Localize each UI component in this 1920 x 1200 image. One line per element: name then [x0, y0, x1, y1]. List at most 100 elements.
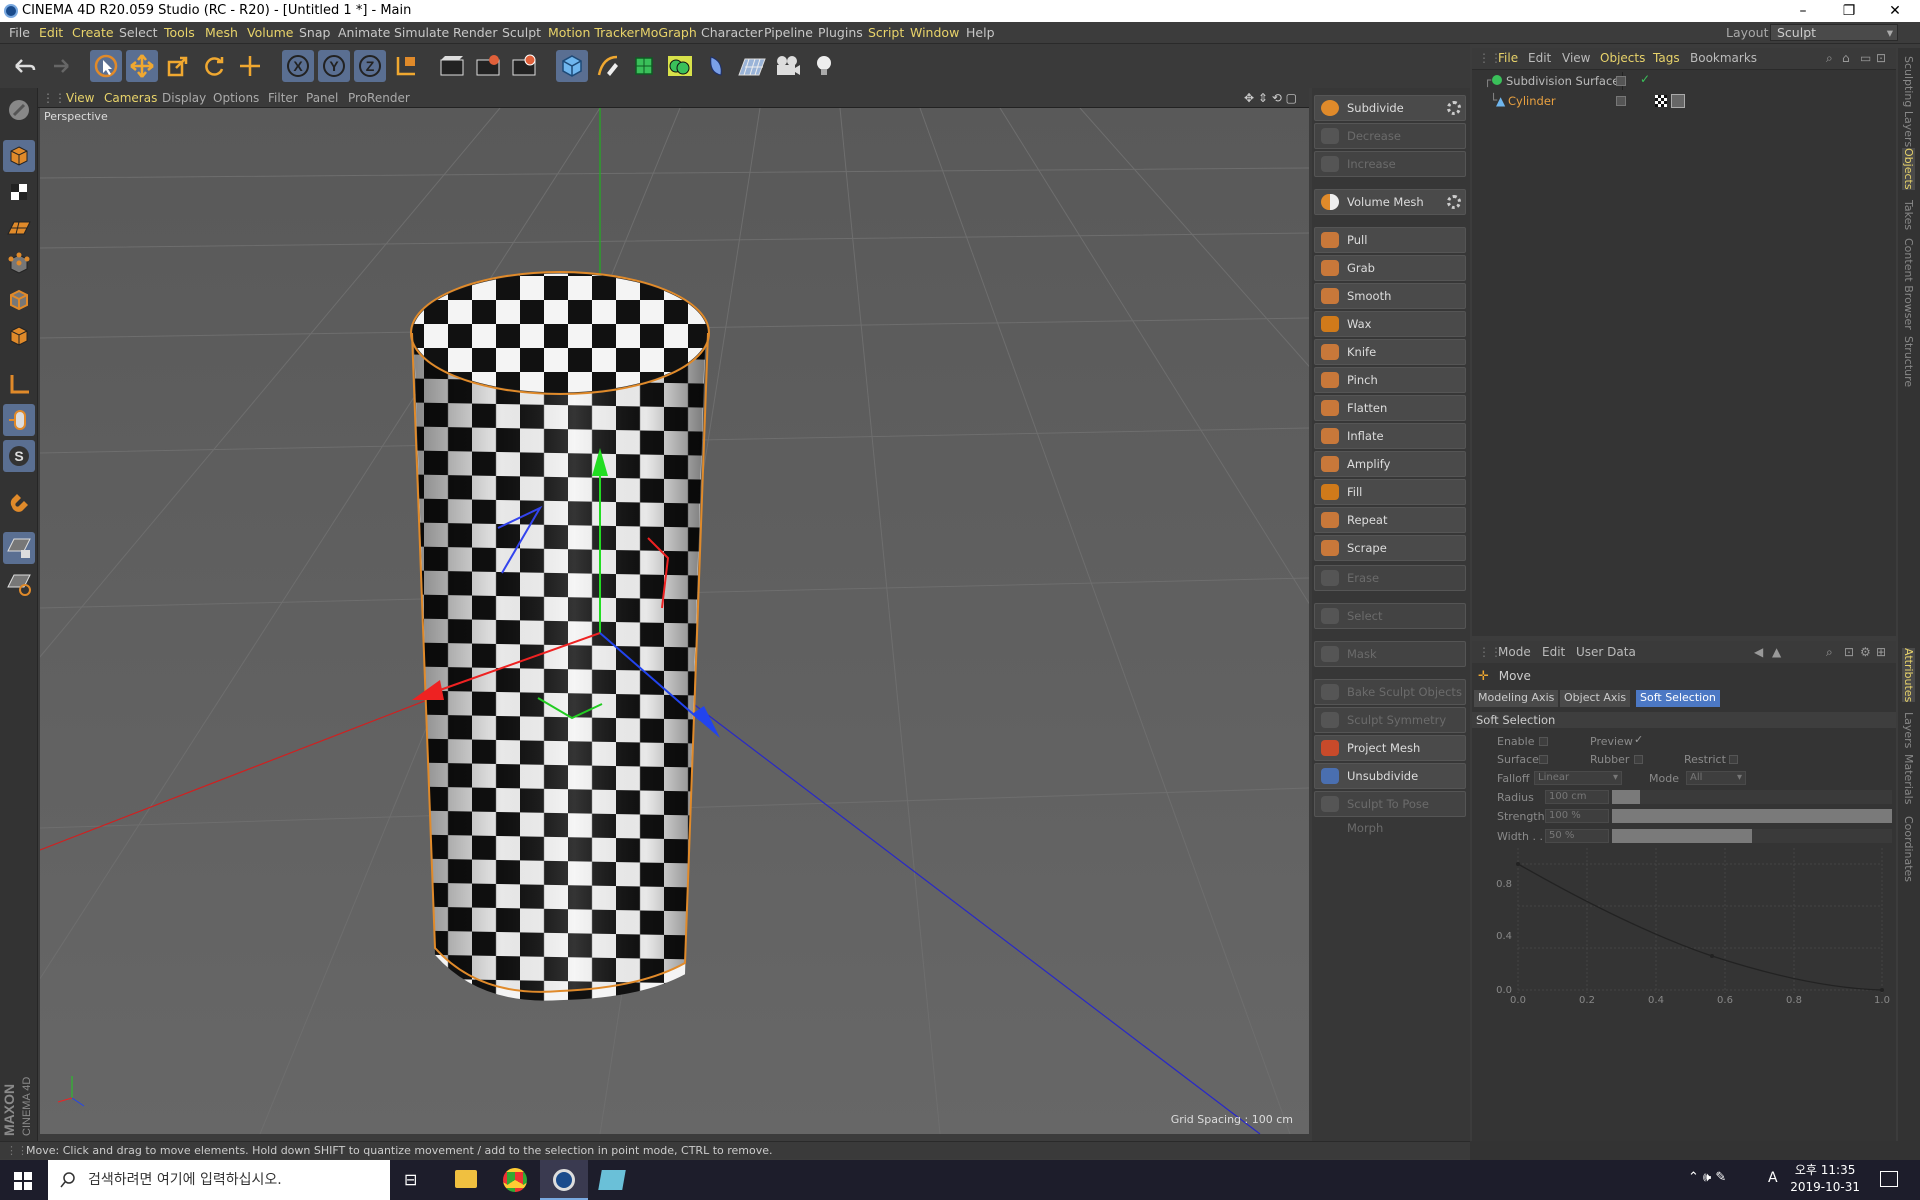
enabled-check-icon[interactable]: ✓ — [1640, 72, 1650, 86]
tab-takes[interactable]: Takes — [1902, 200, 1915, 230]
tab-objects[interactable]: Objects — [1902, 148, 1915, 190]
menu-select[interactable]: Select — [119, 25, 158, 40]
x-axis-lock-icon[interactable]: X — [282, 50, 314, 82]
preview-checkbox[interactable]: ✓ — [1634, 733, 1643, 746]
viewport-menu-display[interactable]: Display — [162, 91, 206, 105]
volume-mesh-settings-gear-icon[interactable] — [1447, 195, 1461, 209]
subdivide-button[interactable]: Subdivide — [1314, 95, 1466, 121]
snapping-icon[interactable] — [3, 488, 35, 520]
brush-grab-button[interactable]: Grab — [1314, 255, 1466, 281]
menu-tools[interactable]: Tools — [164, 25, 195, 40]
windows-start-icon[interactable] — [14, 1172, 32, 1190]
sculpt-tag-icon[interactable] — [1671, 94, 1685, 108]
coordinate-system-icon[interactable] — [390, 50, 422, 82]
width-field[interactable]: 50 % — [1545, 829, 1609, 843]
objmgr-menu-objects[interactable]: Objects — [1600, 51, 1645, 65]
move-tool-icon[interactable] — [126, 50, 158, 82]
file-explorer-icon[interactable] — [455, 1170, 477, 1188]
redo-icon[interactable] — [44, 50, 76, 82]
menu-mograph[interactable]: MoGraph — [640, 25, 697, 40]
object-name[interactable]: Subdivision Surface — [1506, 74, 1619, 88]
viewport-menu-prorender[interactable]: ProRender — [348, 91, 410, 105]
subdivision-surface-icon[interactable] — [628, 50, 660, 82]
close-button[interactable]: ✕ — [1872, 0, 1918, 22]
falloff-dropdown[interactable]: Linear ▾ — [1534, 771, 1622, 785]
objmgr-home-icon[interactable]: ⌂ — [1842, 51, 1850, 65]
brush-flatten-button[interactable]: Flatten — [1314, 395, 1466, 421]
back-arrow-icon[interactable]: ◀ — [1754, 645, 1763, 659]
new-manager-icon[interactable]: ⊞ — [1876, 645, 1886, 659]
tab-coordinates[interactable]: Coordinates — [1902, 816, 1915, 882]
objmgr-menu-file[interactable]: File — [1498, 51, 1518, 65]
make-editable-icon[interactable] — [3, 94, 35, 126]
attrmgr-menu-user-data[interactable]: User Data — [1576, 645, 1636, 659]
up-arrow-icon[interactable]: ▲ — [1772, 645, 1781, 659]
attrmgr-menu-mode[interactable]: Mode — [1498, 645, 1531, 659]
radius-field[interactable]: 100 cm — [1545, 790, 1609, 804]
menu-character[interactable]: Character — [701, 25, 763, 40]
brush-amplify-button[interactable]: Amplify — [1314, 451, 1466, 477]
tab-materials[interactable]: Materials — [1902, 754, 1915, 804]
lock-icon[interactable]: ⊡ — [1844, 645, 1854, 659]
layout-select[interactable]: Sculpt ▾ — [1770, 24, 1898, 41]
objmgr-menu-view[interactable]: View — [1562, 51, 1590, 65]
brush-inflate-button[interactable]: Inflate — [1314, 423, 1466, 449]
y-axis-lock-icon[interactable]: Y — [318, 50, 350, 82]
objmgr-expand-icon[interactable]: ⊡ — [1876, 51, 1886, 65]
menu-pipeline[interactable]: Pipeline — [764, 25, 813, 40]
notification-icon[interactable] — [1880, 1171, 1898, 1187]
brush-knife-button[interactable]: Knife — [1314, 339, 1466, 365]
viewport-3d[interactable]: Perspective Grid Spacing : 100 cm — [40, 108, 1309, 1134]
settings-icon[interactable]: ⚙ — [1860, 645, 1871, 659]
menu-simulate[interactable]: Simulate — [394, 25, 449, 40]
strength-slider[interactable] — [1612, 809, 1892, 823]
brush-wax-button[interactable]: Wax — [1314, 311, 1466, 337]
viewport-menu-panel[interactable]: Panel — [306, 91, 338, 105]
deformer-icon[interactable] — [700, 50, 732, 82]
solo-mode-icon[interactable]: S — [3, 440, 35, 472]
menu-animate[interactable]: Animate — [338, 25, 390, 40]
falloff-curve-graph[interactable]: 0.8 0.4 0.0 0.0 0.2 0.4 0.6 0.8 1.0 — [1490, 848, 1890, 1008]
menu-motion-tracker[interactable]: Motion Tracker — [548, 25, 639, 40]
objmgr-menu-bookmarks[interactable]: Bookmarks — [1690, 51, 1757, 65]
tab-soft-selection[interactable]: Soft Selection — [1636, 690, 1720, 707]
objmgr-menu-tags[interactable]: Tags — [1653, 51, 1680, 65]
brush-smooth-button[interactable]: Smooth — [1314, 283, 1466, 309]
attrmgr-menu-edit[interactable]: Edit — [1542, 645, 1565, 659]
rotate-tool-icon[interactable] — [198, 50, 230, 82]
layer-visibility-icon[interactable] — [1616, 76, 1626, 86]
menu-render[interactable]: Render — [453, 25, 498, 40]
minimize-button[interactable]: – — [1780, 0, 1826, 22]
live-selection-icon[interactable] — [234, 50, 266, 82]
width-slider-track[interactable] — [1612, 829, 1892, 843]
objmgr-up-icon[interactable]: ▭ — [1860, 51, 1871, 65]
brush-pinch-button[interactable]: Pinch — [1314, 367, 1466, 393]
light-icon[interactable] — [808, 50, 840, 82]
tab-structure[interactable]: Structure — [1902, 336, 1915, 387]
spline-pen-icon[interactable] — [592, 50, 624, 82]
subdivide-settings-gear-icon[interactable] — [1447, 101, 1461, 115]
cylinder-object[interactable] — [410, 271, 710, 1003]
tab-object-axis[interactable]: Object Axis — [1560, 690, 1631, 707]
workplane-lock-icon[interactable] — [3, 532, 35, 564]
tree-row-cylinder[interactable]: └ ▲ Cylinder — [1472, 92, 1896, 110]
tab-modeling-axis[interactable]: Modeling Axis — [1474, 690, 1559, 707]
app-icon[interactable] — [598, 1170, 626, 1190]
task-view-icon[interactable]: ⊟ — [404, 1170, 417, 1189]
tree-row-subdivision-surface[interactable]: ┌ Subdivision Surface ✓ — [1472, 72, 1896, 90]
layer-visibility-icon[interactable] — [1616, 96, 1626, 106]
menu-edit[interactable]: Edit — [39, 25, 63, 40]
rubber-checkbox[interactable] — [1634, 755, 1643, 764]
menu-sculpt[interactable]: Sculpt — [502, 25, 541, 40]
enable-checkbox[interactable] — [1539, 737, 1548, 746]
cube-primitive-icon[interactable] — [556, 50, 588, 82]
viewport-menu-cameras[interactable]: Cameras — [104, 91, 157, 105]
taskbar-search-box[interactable]: 검색하려면 여기에 입력하십시오. — [48, 1160, 390, 1200]
volume-mesh-button[interactable]: Volume Mesh — [1314, 189, 1466, 215]
surface-checkbox[interactable] — [1539, 755, 1548, 764]
viewport-menu-view[interactable]: View — [66, 91, 94, 105]
attrmgr-search-icon[interactable]: ⌕ — [1826, 645, 1833, 660]
menu-volume[interactable]: Volume — [247, 25, 294, 40]
cloner-icon[interactable] — [664, 50, 696, 82]
viewport-menu-filter[interactable]: Filter — [268, 91, 298, 105]
